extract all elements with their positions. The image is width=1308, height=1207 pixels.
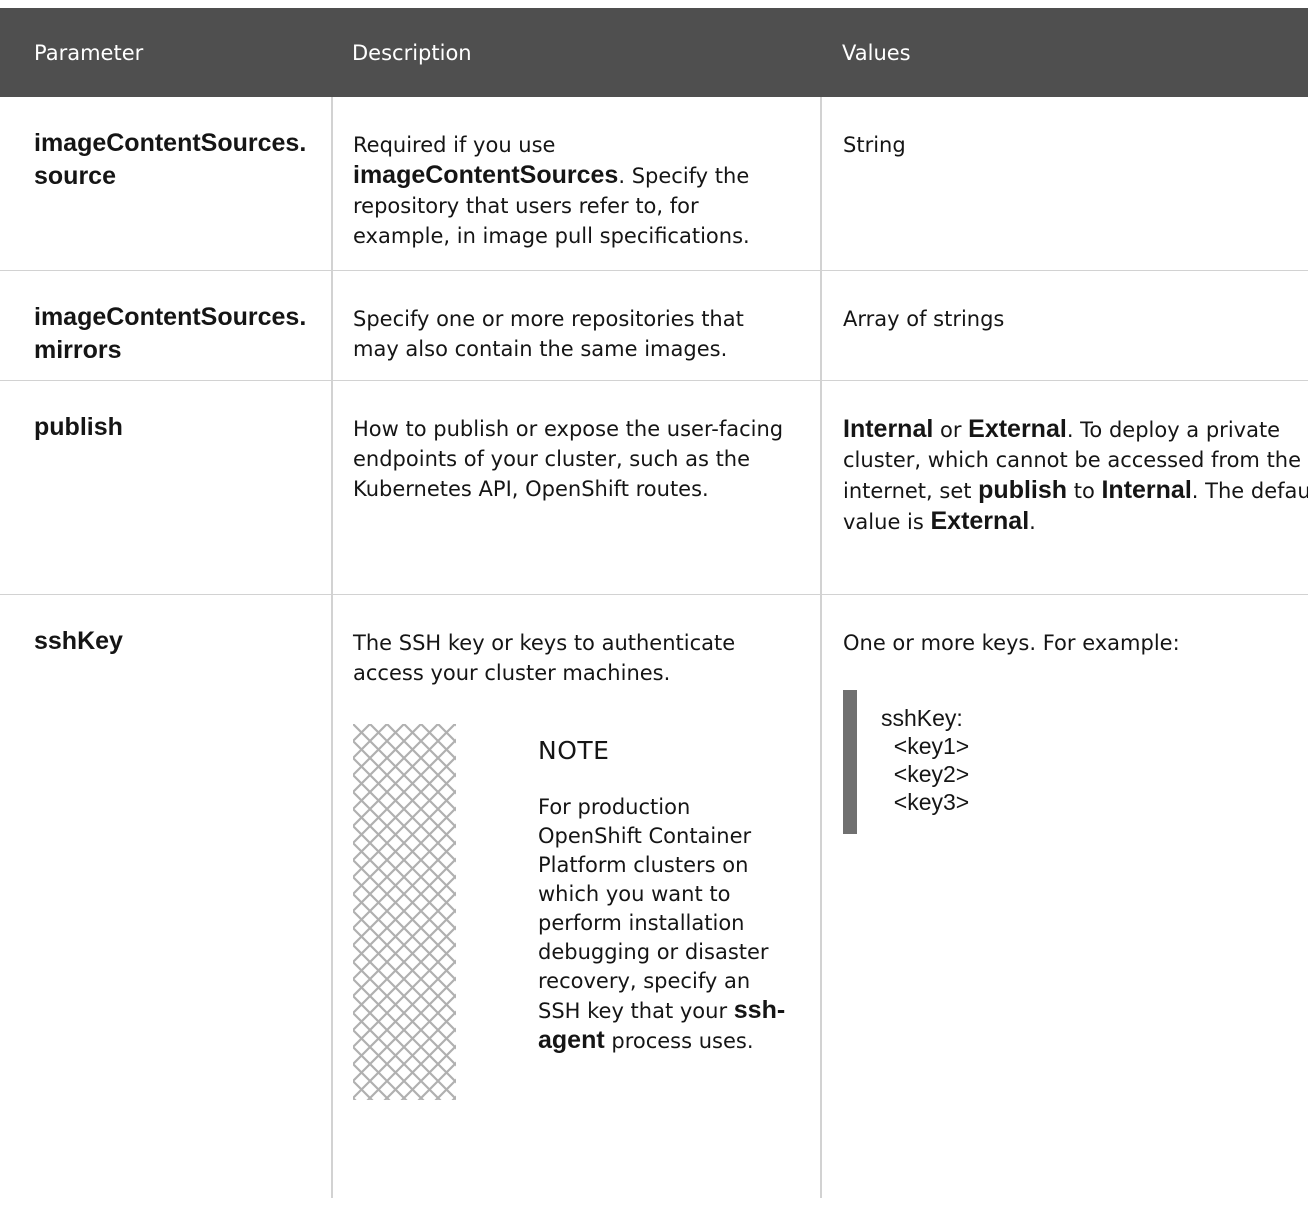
parameter-description: The SSH key or keys to authenticate acce… <box>332 594 822 1198</box>
parameter-name: publish <box>34 413 123 441</box>
parameter-values: One or more keys. For example: sshKey: <… <box>821 595 1308 1199</box>
parameter-values: Array of strings <box>821 270 1308 381</box>
parameter-values: Internal or External. To deploy a privat… <box>821 380 1308 595</box>
note-pattern-icon <box>353 724 456 1100</box>
values-text: . <box>1029 510 1036 534</box>
description-text: Required if you use <box>353 133 556 157</box>
code-block: sshKey: <key1> <key2> <key3> <box>843 690 1308 834</box>
parameter-description: Specify one or more repositories that ma… <box>332 270 822 381</box>
note-text: For production OpenShift Container Platf… <box>538 793 788 1056</box>
table-header: Parameter Description Values <box>0 8 1308 97</box>
values-text: to <box>1067 479 1102 503</box>
note-admonition: NOTE For production OpenShift Container … <box>353 724 796 1100</box>
header-description: Description <box>332 8 821 97</box>
description-bold: imageContentSources <box>353 161 619 189</box>
parameter-values: String <box>821 97 1308 271</box>
value-publish: publish <box>978 476 1068 504</box>
parameter-table: Parameter Description Values imageConten… <box>0 8 1308 1198</box>
value-internal: Internal <box>1101 476 1192 504</box>
parameter-name: imageContentSources.mirrors <box>34 303 307 364</box>
parameter-table-page: Parameter Description Values imageConten… <box>0 0 1308 1207</box>
table-row: publish How to publish or expose the use… <box>0 380 1308 595</box>
values-intro: One or more keys. For example: <box>843 631 1180 655</box>
values-text: or <box>933 418 969 442</box>
value-external: External <box>930 507 1030 535</box>
parameter-name: imageContentSources.source <box>34 129 307 190</box>
value-external: External <box>968 415 1067 443</box>
parameter-name: sshKey <box>34 627 123 655</box>
note-title: NOTE <box>538 736 610 765</box>
note-text-part: process uses. <box>604 1029 754 1053</box>
header-parameter: Parameter <box>0 8 332 97</box>
header-values: Values <box>821 8 1308 97</box>
description-text: The SSH key or keys to authenticate acce… <box>353 631 736 685</box>
table-row: imageContentSources.source Required if y… <box>0 97 1308 271</box>
value-internal: Internal <box>843 415 934 443</box>
table-row: imageContentSources.mirrors Specify one … <box>0 270 1308 381</box>
table-row: sshKey The SSH key or keys to authentica… <box>0 594 1308 1199</box>
parameter-description: How to publish or expose the user-facing… <box>332 380 822 595</box>
parameter-description: Required if you use imageContentSources.… <box>332 97 822 271</box>
note-text-part: For production OpenShift Container Platf… <box>538 795 769 1023</box>
